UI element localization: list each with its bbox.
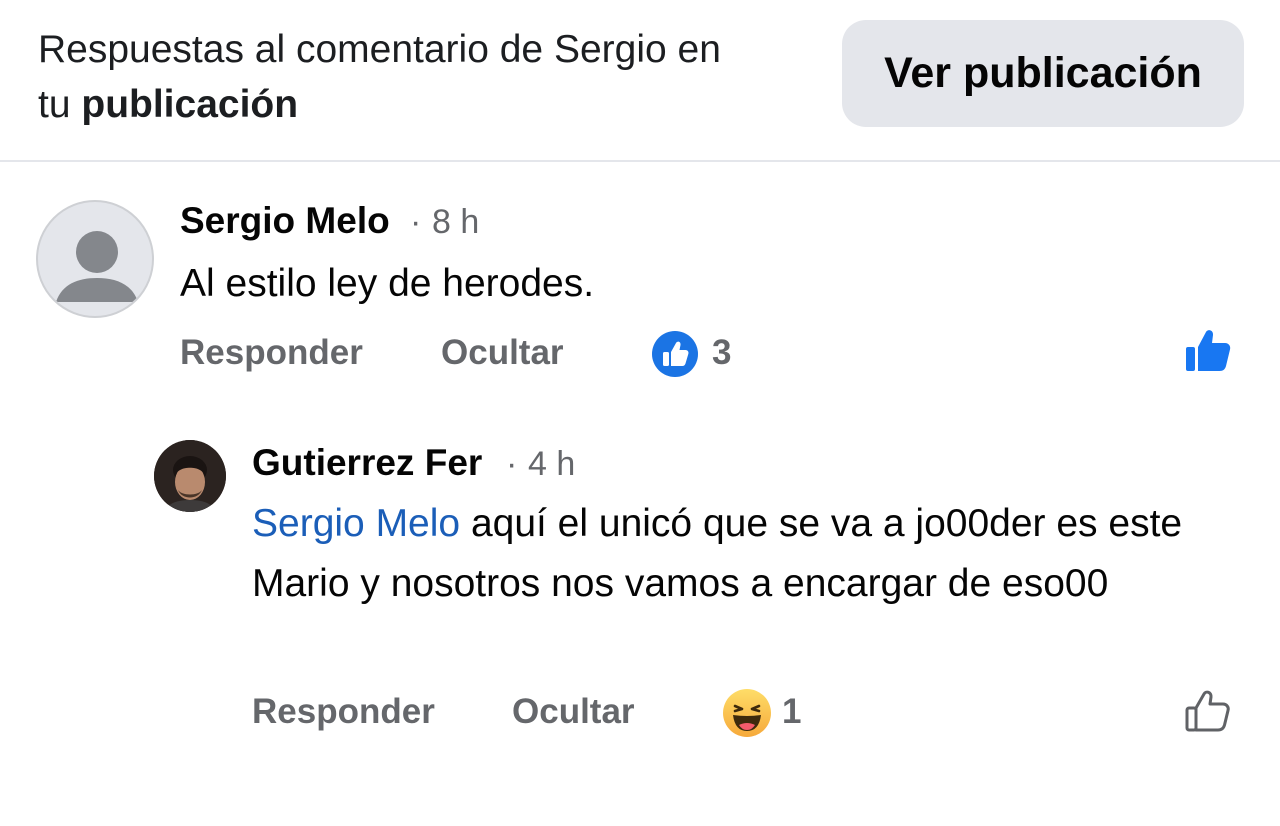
reply-reply-button[interactable]: Responder (252, 692, 435, 732)
title-prefix: tu (38, 83, 71, 126)
default-user-icon (56, 231, 138, 302)
reply-text: Sergio Melo aquí el unicó que se va a jo… (252, 494, 1242, 614)
reply-author[interactable]: Gutierrez Fer (252, 442, 482, 484)
avatar[interactable] (36, 200, 154, 318)
mention-link[interactable]: Sergio Melo (252, 502, 460, 545)
comment-text: Al estilo ley de herodes. (180, 262, 595, 305)
view-post-button[interactable]: Ver publicación (842, 20, 1244, 127)
like-reaction-icon[interactable] (651, 330, 699, 378)
user-photo-icon (154, 440, 226, 512)
reaction-count[interactable]: 3 (712, 333, 731, 373)
comment-author[interactable]: Sergio Melo (180, 200, 390, 242)
reply-button[interactable]: Responder (180, 333, 363, 373)
comment-separator: · (410, 203, 422, 241)
reply-separator: · (506, 445, 518, 483)
reply-avatar[interactable] (154, 440, 226, 512)
page-title: Respuestas al comentario de Sergio en tu… (38, 22, 818, 132)
title-line1: Respuestas al comentario de Sergio en (38, 28, 721, 71)
title-bold: publicación (81, 83, 299, 126)
page-header: Respuestas al comentario de Sergio en tu… (0, 0, 1280, 162)
haha-reaction-icon[interactable] (722, 688, 772, 738)
comment-time[interactable]: 8 h (432, 203, 479, 242)
reply-time[interactable]: 4 h (528, 445, 575, 484)
reply-reaction-count[interactable]: 1 (782, 692, 801, 732)
thumbs-up-outline-icon[interactable] (1183, 686, 1233, 736)
hide-button[interactable]: Ocultar (441, 333, 564, 373)
reply-hide-button[interactable]: Ocultar (512, 692, 635, 732)
thumbs-up-filled-icon[interactable] (1183, 326, 1233, 376)
